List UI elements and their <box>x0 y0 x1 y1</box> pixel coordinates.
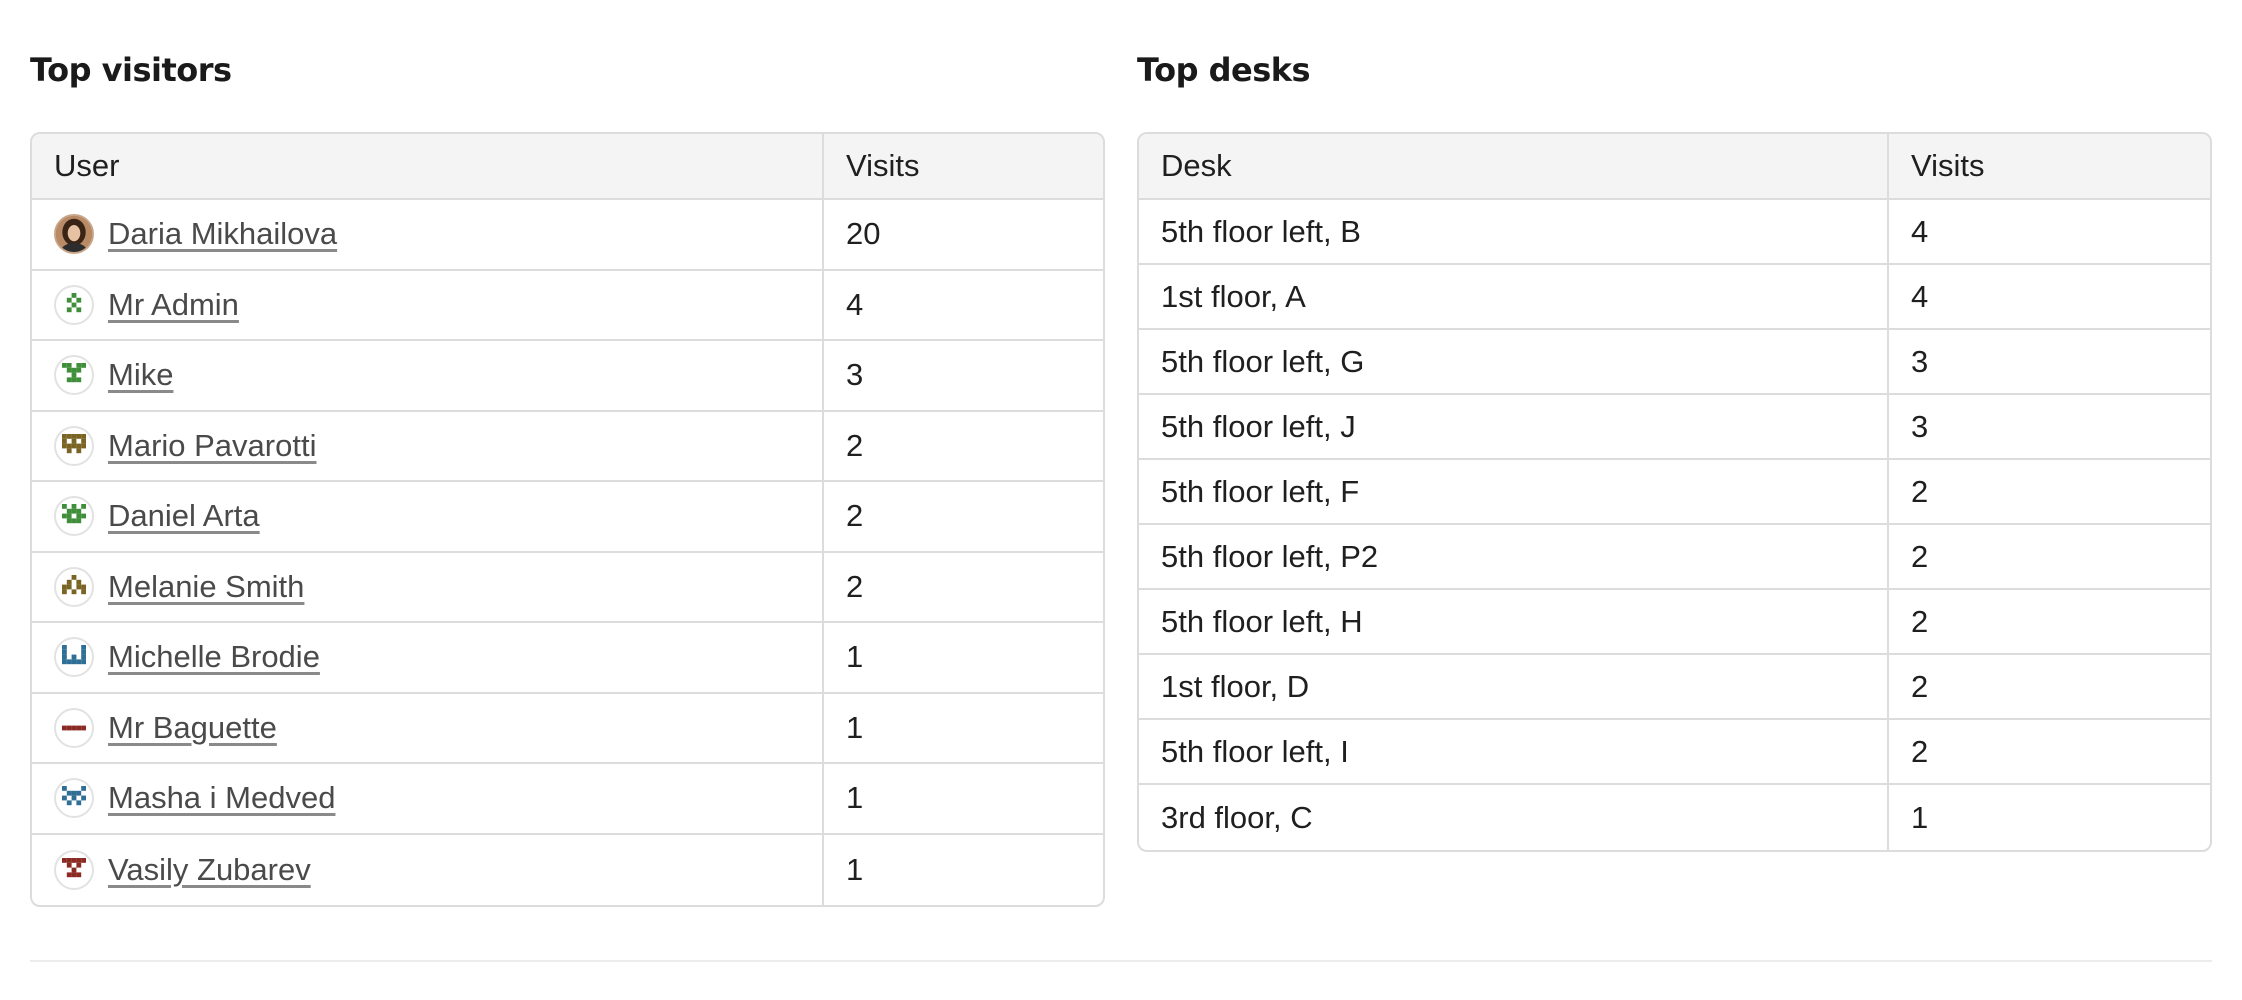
visits-count: 3 <box>1889 395 2210 460</box>
visits-count: 1 <box>846 851 864 887</box>
visits-count: 1 <box>824 623 1103 694</box>
table-row: Mike 3 <box>32 341 1103 412</box>
visits-count: 4 <box>824 271 1103 341</box>
table-row: 5th floor left, G3 <box>1139 330 2210 395</box>
visits-count: 2 <box>1889 460 2210 525</box>
column-header-visits: Visits <box>824 134 1103 200</box>
top-visitors-panel: Top visitors User Visits Daria Mikhailov… <box>30 40 1105 907</box>
identicon-avatar-icon <box>54 284 94 325</box>
table-row: Mario Pavarotti 2 <box>32 411 1103 482</box>
user-cell: Michelle Brodie <box>32 623 824 694</box>
table-row: Vasily Zubarev 1 <box>32 834 1103 905</box>
desk-name: 5th floor left, F <box>1139 460 1889 525</box>
user-cell: Daria Mikhailova <box>32 200 824 271</box>
table-row: 5th floor left, P2 2 <box>1139 525 2210 590</box>
identicon-avatar-icon <box>54 496 94 537</box>
table-row: Michelle Brodie 1 <box>32 623 1103 694</box>
visits-count: 20 <box>824 200 1103 271</box>
user-cell: Mike <box>32 341 824 412</box>
visits-count: 1 <box>824 694 1103 764</box>
visits-count: 1 <box>824 764 1103 835</box>
identicon-avatar-icon <box>54 425 94 466</box>
table-row: Melanie Smith 2 <box>32 552 1103 623</box>
table-row: 5th floor left, J3 <box>1139 395 2210 460</box>
table-row: 1st floor, D2 <box>1139 655 2210 720</box>
visits-count: 3 <box>824 341 1103 412</box>
table-row: 5th floor left, H2 <box>1139 590 2210 655</box>
top-visitors-title: Top visitors <box>30 51 232 89</box>
table-row: 5th floor left, I2 <box>1139 720 2210 785</box>
divider <box>30 960 2212 962</box>
top-desks-table: Desk Visits 5th floor left, B 4 1st floor,… <box>1137 132 2212 852</box>
desk-name: 5th floor left, P2 <box>1139 525 1889 590</box>
table-row: Mr Baguette 1 <box>32 693 1103 764</box>
desk-name: 5th floor left, B <box>1139 200 1889 265</box>
visits-count: 2 <box>824 412 1103 482</box>
user-cell: Masha i Medved <box>32 764 824 835</box>
table-header-row: Desk Visits <box>1139 134 2210 200</box>
visits-count: 3 <box>1889 330 2210 395</box>
table-row: 5th floor left, B4 <box>1139 200 2210 265</box>
visits-count: 4 <box>1889 265 2210 330</box>
top-desks-title: Top desks <box>1137 51 1311 89</box>
desk-name: 5th floor left, H <box>1139 590 1889 655</box>
stats-page: Top visitors User Visits Daria Mikhailov… <box>30 40 2212 907</box>
column-header-user: User <box>32 134 824 200</box>
user-profile-link[interactable]: Vasily Zubarev <box>108 852 311 888</box>
user-cell: Mr Baguette <box>32 693 824 764</box>
column-header-desk: Desk <box>1139 134 1889 200</box>
identicon-avatar-icon <box>54 637 94 678</box>
table-row: Masha i Medved 1 <box>32 764 1103 835</box>
table-header-row: User Visits <box>32 134 1103 200</box>
user-cell: Vasily Zubarev <box>32 834 824 905</box>
desk-name: 5th floor left, G <box>1139 330 1889 395</box>
user-profile-link[interactable]: Mr Baguette <box>108 710 277 746</box>
visits-count: 2 <box>824 553 1103 623</box>
user-profile-link[interactable]: Masha i Medved <box>108 780 335 816</box>
user-profile-link[interactable]: Michelle Brodie <box>108 639 320 675</box>
visits-count: 2 <box>824 482 1103 553</box>
column-header-visits: Visits <box>1889 134 2210 200</box>
identicon-avatar-icon <box>54 355 94 396</box>
user-cell: Mr Admin <box>32 270 824 341</box>
visits-count: 2 <box>1889 590 2210 655</box>
desk-name: 5th floor left, J <box>1139 395 1889 460</box>
user-photo-avatar <box>54 214 94 255</box>
visits-count: 4 <box>1889 200 2210 265</box>
table-row: 1st floor, A4 <box>1139 265 2210 330</box>
user-profile-link[interactable]: Mario Pavarotti <box>108 428 316 464</box>
user-profile-link[interactable]: Mike <box>108 357 173 393</box>
user-profile-link[interactable]: Daniel Arta <box>108 498 260 534</box>
table-row: Mr Admin 4 <box>32 270 1103 341</box>
identicon-avatar-icon <box>54 778 94 819</box>
visits-count: 2 <box>1889 720 2210 785</box>
table-row: Daniel Arta 2 <box>32 482 1103 553</box>
user-cell: Daniel Arta <box>32 482 824 553</box>
desk-name: 1st floor, D <box>1139 655 1889 720</box>
desk-name: 3rd floor, C <box>1139 785 1889 850</box>
identicon-avatar-icon <box>54 849 94 890</box>
top-desks-panel: Top desks Desk Visits 5th floor left, B4… <box>1137 40 2212 907</box>
table-row: 3rd floor, C 1 <box>1139 785 2210 850</box>
table-row: 5th floor left, F2 <box>1139 460 2210 525</box>
visits-count: 1 <box>1911 799 1929 835</box>
identicon-avatar-icon <box>54 707 94 748</box>
user-profile-link[interactable]: Mr Admin <box>108 287 239 323</box>
table-row: Daria Mikhailova 20 <box>32 200 1103 271</box>
user-profile-link[interactable]: Melanie Smith <box>108 569 304 605</box>
visits-count: 2 <box>1889 525 2210 590</box>
user-cell: Mario Pavarotti <box>32 411 824 482</box>
identicon-avatar-icon <box>54 566 94 607</box>
user-profile-link[interactable]: Daria Mikhailova <box>108 216 337 252</box>
visits-count: 2 <box>1889 655 2210 720</box>
desk-name: 5th floor left, I <box>1139 720 1889 785</box>
top-visitors-table: User Visits Daria Mikhailova 20 Mr Admin 4 M… <box>30 132 1105 907</box>
user-cell: Melanie Smith <box>32 552 824 623</box>
desk-name: 1st floor, A <box>1139 265 1889 330</box>
